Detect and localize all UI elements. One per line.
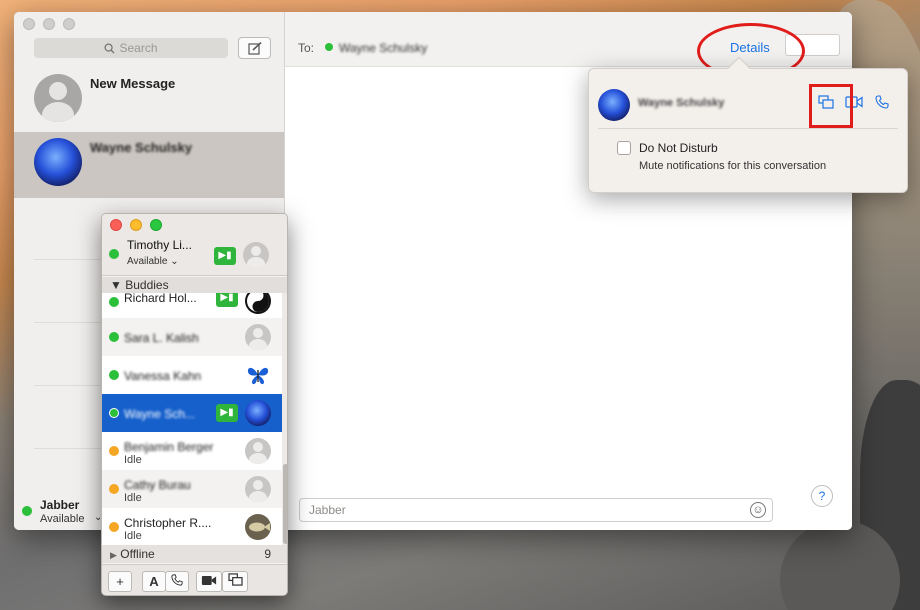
disclosure-triangle-icon: ▶: [110, 550, 117, 560]
to-label: To:: [298, 41, 315, 55]
my-name: Timothy Li...: [127, 238, 192, 252]
presence-available-dot: [109, 297, 119, 307]
buddy-row[interactable]: Vanessa Kahn: [102, 356, 282, 394]
search-icon: [104, 42, 116, 54]
my-status: Available: [127, 256, 168, 267]
buddy-name: Vanessa Kahn: [124, 369, 202, 383]
presence-available-dot: [109, 332, 119, 342]
recipient-name[interactable]: Wayne Schulsky: [339, 41, 427, 55]
buddy-status: Idle: [124, 492, 142, 504]
avatar-placeholder: [245, 438, 271, 464]
presence-available-dot: [325, 43, 333, 51]
buddy-name: Cathy Burau: [124, 478, 191, 492]
buddy-name: Christopher R....: [124, 516, 212, 530]
avatar-placeholder[interactable]: [243, 242, 269, 268]
buddy-list-toolbar: + A: [102, 564, 287, 595]
phone-icon: [171, 574, 183, 586]
disclosure-triangle-icon: ▼: [110, 278, 122, 292]
screen-share-button[interactable]: [222, 571, 248, 592]
buddy-row[interactable]: Cathy Burau Idle: [102, 470, 282, 508]
message-input-placeholder: Jabber: [309, 503, 346, 517]
annotation-box: [809, 84, 853, 128]
help-button[interactable]: ?: [811, 485, 833, 507]
buddy-name: Benjamin Berger: [124, 440, 214, 454]
compose-button[interactable]: [238, 37, 271, 59]
buddy-list-window: Timothy Li... Available ⌄ ▶▮ ▼ Buddies R…: [101, 213, 288, 596]
my-status-selector[interactable]: Available ⌄: [127, 256, 179, 267]
plus-icon: +: [116, 574, 124, 589]
avatar: [34, 138, 82, 186]
scrollbar-thumb[interactable]: [283, 464, 287, 544]
search-input[interactable]: Search: [34, 38, 228, 58]
presence-available-dot: [109, 408, 119, 418]
screen-share-icon: [227, 573, 243, 586]
compose-icon: [247, 41, 262, 55]
video-camera-icon: ▶▮: [216, 293, 238, 307]
buddy-list-header: Timothy Li... Available ⌄ ▶▮: [102, 214, 287, 276]
conversation-new-message[interactable]: New Message: [14, 68, 284, 134]
font-button[interactable]: A: [142, 571, 166, 592]
avatar-placeholder: [245, 324, 271, 350]
zoom-window-button[interactable]: [150, 219, 162, 231]
fish-avatar-icon: [245, 514, 271, 540]
do-not-disturb-label: Do Not Disturb: [639, 141, 718, 155]
avatar-placeholder: [245, 476, 271, 502]
group-label: Buddies: [125, 278, 169, 292]
close-window-button[interactable]: [110, 219, 122, 231]
avatar-placeholder: [34, 74, 82, 122]
presence-idle-dot: [109, 484, 119, 494]
conversation-wayne[interactable]: Wayne Schulsky: [14, 132, 284, 198]
conversation-name: New Message: [90, 76, 176, 91]
phone-icon[interactable]: [873, 95, 891, 111]
presence-idle-dot: [109, 522, 119, 532]
zoom-window-button[interactable]: [63, 18, 75, 30]
buddy-status: Idle: [124, 454, 142, 466]
avatar: [245, 400, 271, 426]
search-placeholder: Search: [119, 41, 158, 55]
conversation-header: To: Wayne Schulsky Details: [285, 12, 852, 79]
chevron-down-icon: ⌄: [170, 256, 179, 267]
butterfly-avatar-icon: [245, 362, 271, 388]
window-controls: [110, 219, 162, 231]
buddy-row[interactable]: Christopher R.... Idle: [102, 508, 282, 545]
video-call-button[interactable]: [196, 571, 222, 592]
presence-idle-dot: [109, 446, 119, 456]
conversation-name: Wayne Schulsky: [90, 140, 193, 155]
video-camera-icon: [201, 576, 217, 585]
account-name: Jabber: [40, 498, 80, 512]
add-buddy-button[interactable]: +: [108, 571, 132, 592]
buddy-status: Idle: [124, 530, 142, 542]
buddy-row[interactable]: Sara L. Kalish: [102, 318, 282, 356]
emoji-icon[interactable]: ☺: [750, 502, 766, 518]
offline-count: 9: [264, 547, 271, 561]
minimize-window-button[interactable]: [43, 18, 55, 30]
minimize-window-button[interactable]: [130, 219, 142, 231]
presence-available-dot: [109, 370, 119, 380]
contact-name: Wayne Schulsky: [638, 97, 725, 109]
buddy-name: Sara L. Kalish: [124, 331, 199, 345]
account-status-label: Available: [40, 513, 85, 525]
message-input[interactable]: Jabber ☺: [299, 498, 773, 522]
details-popover: Wayne Schulsky Do Not Disturb Mute notif…: [588, 56, 908, 193]
presence-available-dot: [22, 506, 32, 516]
window-controls: [23, 18, 75, 30]
buddy-row[interactable]: Wayne Sch... ▶▮: [102, 394, 282, 432]
presence-available-dot: [109, 249, 119, 259]
do-not-disturb-checkbox[interactable]: [617, 141, 631, 155]
avatar: [598, 89, 630, 121]
do-not-disturb-description: Mute notifications for this conversation: [639, 160, 827, 172]
buddy-list: Richard Hol... ▶▮ Sara L. Kalish Vanessa…: [102, 293, 282, 545]
popover-divider: [598, 128, 898, 129]
close-window-button[interactable]: [23, 18, 35, 30]
avatar: [245, 293, 271, 314]
video-camera-icon: ▶▮: [216, 404, 238, 422]
group-header-buddies[interactable]: ▼ Buddies: [102, 277, 287, 293]
font-icon: A: [149, 574, 159, 589]
audio-call-button[interactable]: [165, 571, 189, 592]
video-camera-icon: ▶▮: [214, 247, 236, 265]
offline-label: Offline: [120, 547, 155, 561]
buddy-row[interactable]: Benjamin Berger Idle: [102, 432, 282, 470]
buddy-row[interactable]: Richard Hol... ▶▮: [102, 293, 282, 318]
group-header-offline[interactable]: ▶ Offline 9: [102, 545, 287, 563]
